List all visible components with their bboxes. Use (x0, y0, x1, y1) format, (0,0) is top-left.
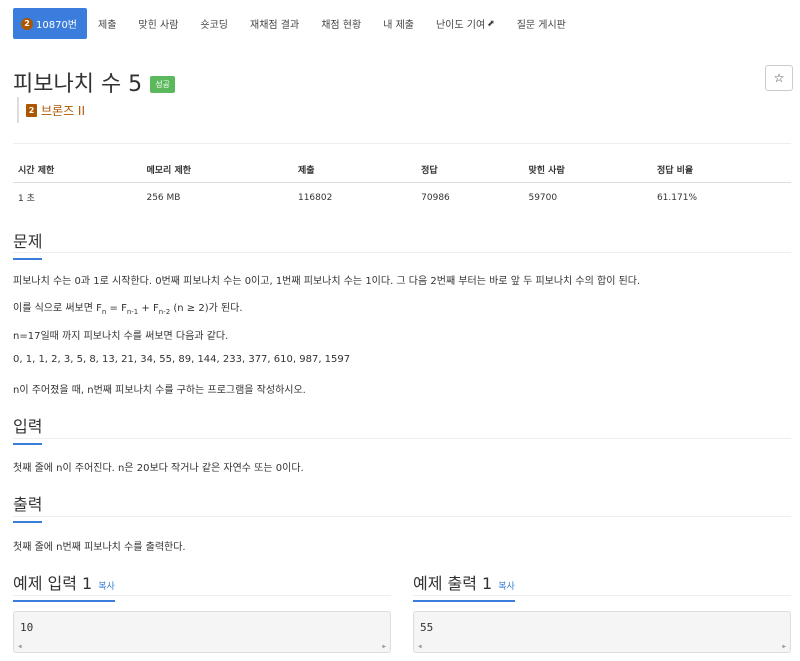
tab-submit[interactable]: 제출 (87, 8, 127, 39)
formula-eq: = F (106, 303, 127, 314)
problem-description-1: 피보나치 수는 0과 1로 시작한다. 0번째 피보나치 수는 0이고, 1번째… (13, 276, 641, 287)
horizontal-scrollbar[interactable]: ◀ ▶ (18, 643, 386, 650)
solved-users-value[interactable]: 59700 (523, 183, 651, 213)
input-description: 첫째 줄에 n이 주어진다. n은 20보다 작거나 같은 자연수 또는 0이다… (13, 463, 304, 474)
time-limit-value: 1 초 (18, 194, 35, 204)
sample-output-box[interactable]: 55 ◀ ▶ (413, 611, 791, 653)
sample-output-title-wrap: 예제 출력 1 복사 (413, 570, 515, 602)
fibonacci-sequence: 0, 1, 1, 2, 3, 5, 8, 13, 21, 34, 55, 89,… (13, 354, 351, 365)
external-link-icon: ⬈ (487, 18, 495, 29)
header-memory-limit: 메모리 제한 (141, 157, 293, 183)
problem-description-formula: 이를 식으로 써보면 Fn = Fn-1 + Fn-2 (n ≥ 2)가 된다. (13, 299, 243, 316)
tab-difficulty-contribution[interactable]: 난이도 기여 ⬈ (425, 8, 506, 39)
star-icon: ☆ (773, 71, 785, 85)
divider (13, 516, 791, 517)
copy-sample-input-button[interactable]: 복사 (98, 582, 115, 592)
copy-sample-output-button[interactable]: 복사 (498, 582, 515, 592)
page-title: 피보나치 수 5 성공 (13, 66, 175, 98)
input-section-heading: 입력 (13, 413, 43, 445)
bronze-tier-icon: 2 (26, 103, 37, 117)
tab-difficulty-label: 난이도 기여 (435, 20, 486, 31)
divider (13, 252, 791, 253)
problem-section-heading: 문제 (13, 228, 43, 260)
input-section-title: 입력 (13, 413, 43, 445)
formula-suffix: (n ≥ 2)가 된다. (170, 303, 243, 314)
problem-info-table: 시간 제한 메모리 제한 제출 정답 맞힌 사람 정답 비율 1 초 256 M… (13, 157, 791, 212)
tier-info: 2 브론즈 II (17, 97, 85, 123)
output-section-title: 출력 (13, 491, 43, 523)
accept-rate-value: 61.171% (656, 192, 697, 203)
output-section-heading: 출력 (13, 491, 43, 523)
output-description: 첫째 줄에 n번째 피보나치 수를 출력한다. (13, 542, 186, 553)
bronze-tier-icon: 2 (21, 17, 33, 30)
submissions-value[interactable]: 116802 (293, 183, 416, 213)
problem-description-3: n=17일때 까지 피보나치 수를 써보면 다음과 같다. (13, 331, 229, 342)
status-badge: 성공 (150, 75, 175, 93)
table-header-row: 시간 제한 메모리 제한 제출 정답 맞힌 사람 정답 비율 (13, 157, 791, 183)
formula-plus: + F (138, 303, 159, 314)
tab-solved-users[interactable]: 맞힌 사람 (127, 8, 189, 39)
header-solved-users: 맞힌 사람 (523, 157, 652, 183)
sample-input-title-wrap: 예제 입력 1 복사 (13, 570, 115, 602)
problem-number-tab[interactable]: 2 10870번 (13, 8, 88, 39)
sample-output-value: 55 (420, 621, 434, 634)
tab-question-board[interactable]: 질문 게시판 (506, 8, 577, 39)
problem-description-5: n이 주어졌을 때, n번째 피보나치 수를 구하는 프로그램을 작성하시오. (13, 385, 306, 396)
formula-prefix: 이를 식으로 써보면 F (13, 303, 102, 314)
divider (13, 143, 791, 144)
memory-limit-value: 256 MB (146, 192, 181, 203)
formula-sub-n2: n-2 (158, 308, 171, 316)
scroll-left-icon[interactable]: ◀ (18, 643, 22, 650)
sample-input-value: 10 (20, 621, 34, 634)
problem-menu: 2 10870번 제출 맞힌 사람 숏코딩 재채점 결과 채점 현황 내 제출 … (13, 8, 577, 39)
sample-input-title: 예제 입력 1 (13, 574, 93, 593)
divider (13, 438, 791, 439)
accepted-value[interactable]: 70986 (416, 183, 523, 213)
tab-judge-status[interactable]: 채점 현황 (310, 8, 372, 39)
horizontal-scrollbar[interactable]: ◀ ▶ (418, 643, 786, 650)
tier-label: 브론즈 II (41, 103, 86, 118)
problem-number-label: 10870번 (36, 20, 78, 31)
problem-title: 피보나치 수 5 (13, 72, 143, 97)
tab-short-coding[interactable]: 숏코딩 (189, 8, 239, 39)
sample-input-heading: 예제 입력 1 복사 (13, 570, 115, 602)
favorite-star-button[interactable]: ☆ (765, 65, 793, 91)
divider (13, 595, 391, 596)
header-submissions: 제출 (292, 157, 417, 183)
problem-section-title: 문제 (13, 228, 43, 260)
scroll-right-icon[interactable]: ▶ (382, 643, 386, 650)
scroll-left-icon[interactable]: ◀ (418, 643, 422, 650)
sample-input-box[interactable]: 10 ◀ ▶ (13, 611, 391, 653)
formula-sub-n1: n-1 (126, 308, 139, 316)
divider (413, 595, 791, 596)
header-accept-rate: 정답 비율 (651, 157, 791, 183)
header-time-limit: 시간 제한 (13, 157, 142, 183)
scroll-right-icon[interactable]: ▶ (782, 643, 786, 650)
header-accepted: 정답 (416, 157, 524, 183)
sample-output-heading: 예제 출력 1 복사 (413, 570, 515, 602)
table-row: 1 초 256 MB 116802 70986 59700 61.171% (13, 183, 791, 213)
sample-output-title: 예제 출력 1 (413, 574, 493, 593)
tab-my-submissions[interactable]: 내 제출 (372, 8, 425, 39)
tab-rejudge-results[interactable]: 재채점 결과 (239, 8, 310, 39)
